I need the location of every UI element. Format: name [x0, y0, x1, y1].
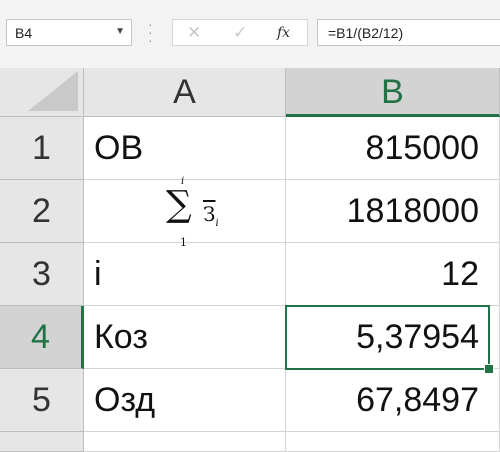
row-header-4[interactable]: 4 — [0, 306, 84, 369]
cell-b3[interactable]: 12 — [286, 243, 500, 306]
cell-b1[interactable]: 815000 — [286, 117, 500, 180]
fill-handle[interactable] — [484, 364, 494, 374]
insert-function-icon[interactable]: fx — [277, 25, 290, 41]
select-all-button[interactable] — [0, 68, 84, 117]
cell-a6[interactable] — [84, 432, 286, 452]
formula-input[interactable]: =B1/(B2/12) — [317, 19, 500, 46]
cell-b2[interactable]: 1818000 — [286, 180, 500, 243]
chevron-down-icon[interactable]: ▼ — [115, 26, 125, 37]
row-header-6[interactable] — [0, 432, 84, 452]
enter-icon[interactable]: ✓ — [233, 23, 247, 43]
drag-handle-icon[interactable]: · · · — [148, 17, 153, 47]
formula-text: =B1/(B2/12) — [328, 25, 404, 41]
sum-term-letter: З — [203, 202, 216, 226]
column-header-b[interactable]: B — [286, 68, 500, 117]
cell-b5[interactable]: 67,8497 — [286, 369, 500, 432]
formula-bar: B4 ▼ · · · ✕ ✓ fx =B1/(B2/12) — [0, 0, 500, 68]
row-header-2[interactable]: 2 — [0, 180, 84, 243]
cell-a3[interactable]: i — [84, 243, 286, 306]
cell-a1[interactable]: ОВ — [84, 117, 286, 180]
row-header-5[interactable]: 5 — [0, 369, 84, 432]
row-header-3[interactable]: 3 — [0, 243, 84, 306]
row-header-1[interactable]: 1 — [0, 117, 84, 180]
column-header-a[interactable]: A — [84, 68, 286, 117]
cell-a5[interactable]: Озд — [84, 369, 286, 432]
formula-buttons: ✕ ✓ fx — [172, 19, 308, 46]
sum-formula-image[interactable]: ∑ i 1 Зi — [160, 176, 250, 252]
sigma-symbol: ∑ — [166, 184, 192, 225]
cancel-icon[interactable]: ✕ — [187, 23, 201, 43]
spreadsheet-grid: A B 1 ОВ 815000 2 1818000 3 i 12 4 Коз 5… — [0, 68, 500, 452]
active-cell-border — [285, 305, 490, 370]
sum-term-subscript: i — [215, 218, 219, 229]
cell-b6[interactable] — [286, 432, 500, 452]
name-box-value: B4 — [15, 25, 33, 41]
cell-a4[interactable]: Коз — [84, 306, 286, 369]
select-all-triangle-icon — [28, 71, 78, 111]
sum-lower-limit: 1 — [180, 236, 187, 249]
sum-term: Зi — [203, 202, 219, 229]
sum-upper-limit: i — [181, 176, 185, 187]
name-box[interactable]: B4 ▼ — [6, 19, 132, 46]
